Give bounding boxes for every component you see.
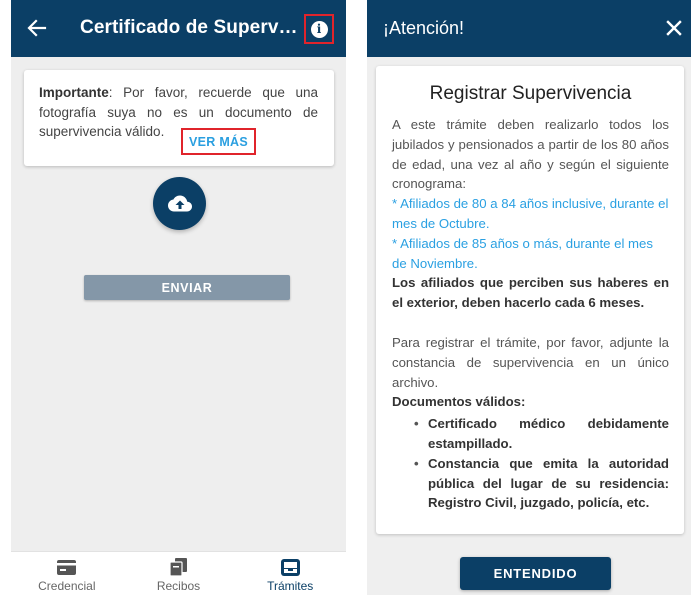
schedule-item: * Afiliados de 85 años o más, durante el… — [392, 235, 653, 271]
info-button[interactable]: i — [304, 14, 334, 44]
info-icon: i — [310, 20, 328, 38]
nav-item-recibos[interactable]: Recibos — [123, 552, 235, 595]
nav-item-tramites[interactable]: Trámites — [234, 552, 346, 595]
document-item: Constancia que emita la autoridad públic… — [414, 454, 669, 513]
inbox-tray-icon — [280, 558, 300, 576]
documents-heading: Documentos válidos: — [392, 394, 526, 410]
dialog-header: ¡Atención! — [367, 0, 691, 57]
app-bar: Certificado de Superv… i — [11, 0, 346, 57]
nav-label-credencial: Credencial — [38, 579, 96, 593]
send-button[interactable]: ENVIAR — [84, 275, 290, 300]
dialog-title: ¡Atención! — [383, 18, 465, 38]
close-icon — [666, 20, 682, 36]
dialog-content-card: Registrar Supervivencia A este trámite d… — [376, 66, 684, 534]
nav-item-credencial[interactable]: Credencial — [11, 552, 123, 595]
nav-label-tramites: Trámites — [267, 579, 314, 593]
abroad-note: Los afiliados que perciben sus haberes e… — [392, 275, 669, 311]
dialog-heading: Registrar Supervivencia — [429, 83, 632, 104]
bottom-navigation: Credencial Recibos Trámites — [11, 551, 346, 595]
credential-card-icon — [57, 558, 77, 576]
see-more-label: VER MÁS — [188, 134, 249, 149]
upload-button[interactable] — [153, 177, 206, 230]
documents-list: Certificado médico debidamente estampill… — [392, 414, 669, 513]
instructions-paragraph: Para registrar el trámite, por favor, ad… — [392, 334, 669, 390]
receipts-icon — [169, 558, 189, 576]
certificate-screen: Certificado de Superv… i Importante: Por… — [11, 0, 346, 595]
page-title: Certificado de Superv… — [80, 17, 298, 38]
close-button[interactable] — [663, 17, 685, 39]
nav-label-recibos: Recibos — [156, 579, 201, 593]
cloud-upload-icon — [167, 195, 192, 211]
app-stage: Certificado de Superv… i Importante: Por… — [0, 0, 691, 595]
intro-paragraph: A este trámite deben realizarlo todos lo… — [392, 117, 669, 192]
see-more-link[interactable]: VER MÁS — [181, 128, 256, 155]
document-item: Certificado médico debidamente estampill… — [414, 414, 669, 454]
notice-text: Importante: Por favor, recuerde que una … — [39, 83, 318, 142]
notice-bold-prefix: Importante — [39, 85, 109, 100]
important-notice-card: Importante: Por favor, recuerde que una … — [24, 70, 334, 166]
back-button[interactable] — [23, 14, 51, 42]
arrow-left-icon — [27, 19, 47, 37]
schedule-item: * Afiliados de 80 a 84 años inclusive, d… — [392, 196, 669, 231]
understood-button[interactable]: ENTENDIDO — [460, 557, 611, 590]
attention-dialog-screen: ¡Atención! Registrar Supervivencia A est… — [367, 0, 691, 595]
